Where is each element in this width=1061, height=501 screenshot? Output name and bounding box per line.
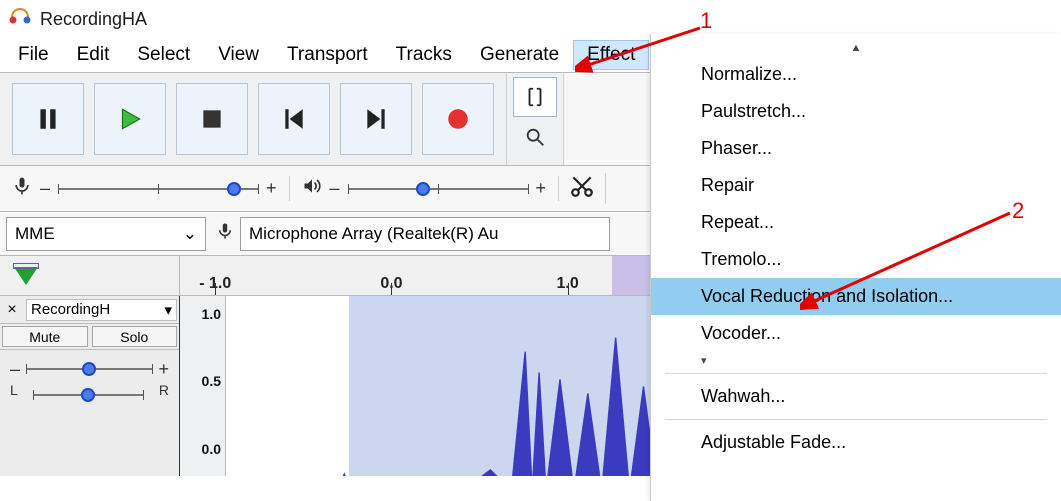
track-control-panel: × RecordingH ▾ Mute Solo – + L bbox=[0, 296, 180, 476]
playhead-pin-icon[interactable] bbox=[14, 267, 38, 285]
playback-volume-min: – bbox=[330, 178, 340, 199]
app-icon bbox=[8, 5, 32, 34]
timeline-left-gutter bbox=[0, 256, 180, 295]
menu-item-phaser[interactable]: Phaser... bbox=[651, 130, 1061, 167]
menu-item-repair[interactable]: Repair bbox=[651, 167, 1061, 204]
tools-toolbar bbox=[507, 73, 564, 165]
menu-transport[interactable]: Transport bbox=[273, 40, 382, 70]
pan-right-label: R bbox=[159, 382, 169, 408]
stop-button[interactable] bbox=[176, 83, 248, 155]
menu-tracks[interactable]: Tracks bbox=[382, 40, 466, 70]
menu-select[interactable]: Select bbox=[123, 40, 204, 70]
menu-item-tremolo[interactable]: Tremolo... bbox=[651, 241, 1061, 278]
selection-tool-button[interactable] bbox=[513, 77, 557, 117]
vscale-label: 0.5 bbox=[202, 373, 221, 389]
vscale-label: 1.0 bbox=[202, 306, 221, 322]
menu-edit[interactable]: Edit bbox=[63, 40, 124, 70]
recording-device-value: Microphone Array (Realtek(R) Au bbox=[249, 224, 498, 244]
menu-separator bbox=[665, 373, 1047, 374]
menu-scroll-down-icon[interactable]: ▾ bbox=[651, 352, 1061, 369]
recording-volume-slider[interactable] bbox=[58, 180, 258, 198]
gain-max: + bbox=[158, 359, 169, 380]
menu-item-repeat[interactable]: Repeat... bbox=[651, 204, 1061, 241]
mute-button[interactable]: Mute bbox=[2, 326, 88, 347]
mic-icon bbox=[12, 176, 32, 201]
track-name-dropdown[interactable]: RecordingH ▾ bbox=[26, 299, 177, 321]
playback-volume-slider[interactable] bbox=[348, 180, 528, 198]
speaker-icon bbox=[302, 176, 322, 201]
pan-slider[interactable] bbox=[33, 386, 143, 404]
skip-start-button[interactable] bbox=[258, 83, 330, 155]
chevron-down-icon: ⌄ bbox=[183, 224, 197, 244]
chevron-down-icon: ▾ bbox=[164, 301, 172, 319]
skip-end-button[interactable] bbox=[340, 83, 412, 155]
gain-slider[interactable] bbox=[26, 360, 152, 378]
mic-icon bbox=[216, 222, 234, 245]
menu-item-vocal-reduction[interactable]: Vocal Reduction and Isolation... bbox=[651, 278, 1061, 315]
menu-view[interactable]: View bbox=[204, 40, 273, 70]
solo-button[interactable]: Solo bbox=[92, 326, 178, 347]
track-close-button[interactable]: × bbox=[0, 301, 24, 319]
menu-item-vocoder[interactable]: Vocoder... bbox=[651, 315, 1061, 352]
menu-generate[interactable]: Generate bbox=[466, 40, 573, 70]
zoom-tool-button[interactable] bbox=[513, 117, 557, 157]
recording-volume-group: – + bbox=[0, 176, 290, 201]
record-button[interactable] bbox=[422, 83, 494, 155]
vscale-label: 0.0 bbox=[202, 441, 221, 457]
annotation-label-2: 2 bbox=[1012, 198, 1024, 224]
track-vertical-scale: 1.0 0.5 0.0 bbox=[180, 296, 226, 476]
effect-menu: ▲ Normalize... Paulstretch... Phaser... … bbox=[650, 34, 1061, 501]
recording-device-combo[interactable]: Microphone Array (Realtek(R) Au bbox=[240, 217, 610, 251]
menu-item-wahwah[interactable]: Wahwah... bbox=[651, 378, 1061, 415]
titlebar: RecordingHA bbox=[0, 0, 1061, 38]
audio-host-value: MME bbox=[15, 224, 55, 244]
pause-button[interactable] bbox=[12, 83, 84, 155]
menu-file[interactable]: File bbox=[4, 40, 63, 70]
recording-volume-min: – bbox=[40, 178, 50, 199]
menu-item-paulstretch[interactable]: Paulstretch... bbox=[651, 93, 1061, 130]
playback-volume-max: + bbox=[536, 178, 547, 199]
gain-min: – bbox=[10, 359, 20, 380]
menu-item-adjustable-fade[interactable]: Adjustable Fade... bbox=[651, 424, 1061, 461]
audio-host-combo[interactable]: MME ⌄ bbox=[6, 217, 206, 251]
recording-volume-max: + bbox=[266, 178, 277, 199]
menu-item-normalize[interactable]: Normalize... bbox=[651, 56, 1061, 93]
window-title: RecordingHA bbox=[40, 9, 147, 30]
pan-left-label: L bbox=[10, 382, 18, 408]
transport-toolbar bbox=[0, 73, 507, 165]
play-button[interactable] bbox=[94, 83, 166, 155]
menu-scroll-up-icon[interactable]: ▲ bbox=[651, 40, 1061, 56]
track-name-label: RecordingH bbox=[31, 301, 110, 318]
cut-button[interactable] bbox=[569, 173, 595, 204]
menu-effect[interactable]: Effect bbox=[573, 40, 649, 70]
playback-volume-group: – + bbox=[290, 176, 560, 201]
annotation-label-1: 1 bbox=[700, 8, 712, 34]
menu-separator bbox=[665, 419, 1047, 420]
edit-toolbar bbox=[559, 173, 606, 204]
